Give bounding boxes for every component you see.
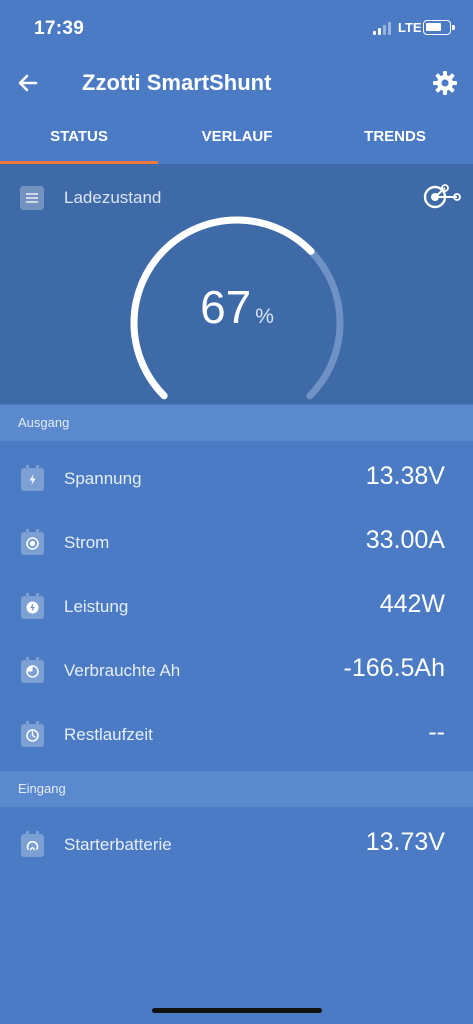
connection-icon[interactable] — [420, 180, 462, 214]
settings-button[interactable] — [430, 68, 460, 98]
back-button[interactable] — [14, 68, 44, 98]
row-value: 442W — [379, 590, 445, 618]
row-label: Leistung — [64, 597, 129, 616]
row-value: -166.5Ah — [343, 654, 445, 682]
tab-status[interactable]: STATUS — [0, 112, 158, 164]
list-item-leistung[interactable]: Leistung 442W — [0, 576, 473, 640]
gauge-label: Ladezustand — [64, 188, 162, 207]
current-icon — [21, 529, 44, 555]
tab-trends[interactable]: TRENDS — [316, 112, 473, 164]
row-label: Restlaufzeit — [64, 725, 153, 744]
app-bar: Zzotti SmartShunt — [0, 58, 473, 110]
starter-icon — [21, 831, 44, 857]
gauge-value: 67% — [150, 280, 324, 334]
section-header-eingang: Eingang — [0, 771, 473, 807]
list-icon — [20, 186, 44, 210]
list-item-restlaufzeit[interactable]: Restlaufzeit -- — [0, 704, 473, 768]
state-of-charge-panel: Ladezustand 67% — [0, 164, 473, 404]
gauge-number: 67 — [200, 281, 252, 333]
row-label: Verbrauchte Ah — [64, 661, 181, 680]
row-value: 13.38V — [365, 462, 445, 490]
list-item-starterbatterie[interactable]: Starterbatterie 13.73V — [0, 814, 473, 878]
status-bar: 17:39 LTE — [0, 0, 473, 58]
bolt-icon — [21, 465, 44, 491]
status-time: 17:39 — [34, 18, 85, 39]
row-value: 33.00A — [365, 526, 445, 554]
arrow-left-icon — [18, 74, 38, 92]
row-value: -- — [428, 718, 445, 746]
clock-icon — [21, 721, 44, 747]
tab-verlauf[interactable]: VERLAUF — [158, 112, 316, 164]
network-type: LTE — [398, 20, 422, 35]
gear-icon — [433, 71, 457, 95]
section-header-ausgang: Ausgang — [0, 405, 473, 441]
row-value: 13.73V — [365, 828, 445, 856]
list-item-spannung[interactable]: Spannung 13.38V — [0, 448, 473, 512]
list-item-strom[interactable]: Strom 33.00A — [0, 512, 473, 576]
gauge-unit: % — [255, 305, 274, 328]
row-label: Strom — [64, 533, 110, 552]
page-title: Zzotti SmartShunt — [82, 70, 272, 95]
battery-icon — [423, 20, 455, 35]
power-icon — [21, 593, 44, 619]
tab-bar: STATUS VERLAUF TRENDS — [0, 112, 473, 164]
consumed-icon — [21, 657, 44, 683]
home-indicator[interactable] — [152, 1008, 322, 1013]
row-label: Starterbatterie — [64, 835, 172, 854]
signal-strength-icon — [373, 22, 393, 35]
list-item-verbrauchte-ah[interactable]: Verbrauchte Ah -166.5Ah — [0, 640, 473, 704]
row-label: Spannung — [64, 469, 142, 488]
